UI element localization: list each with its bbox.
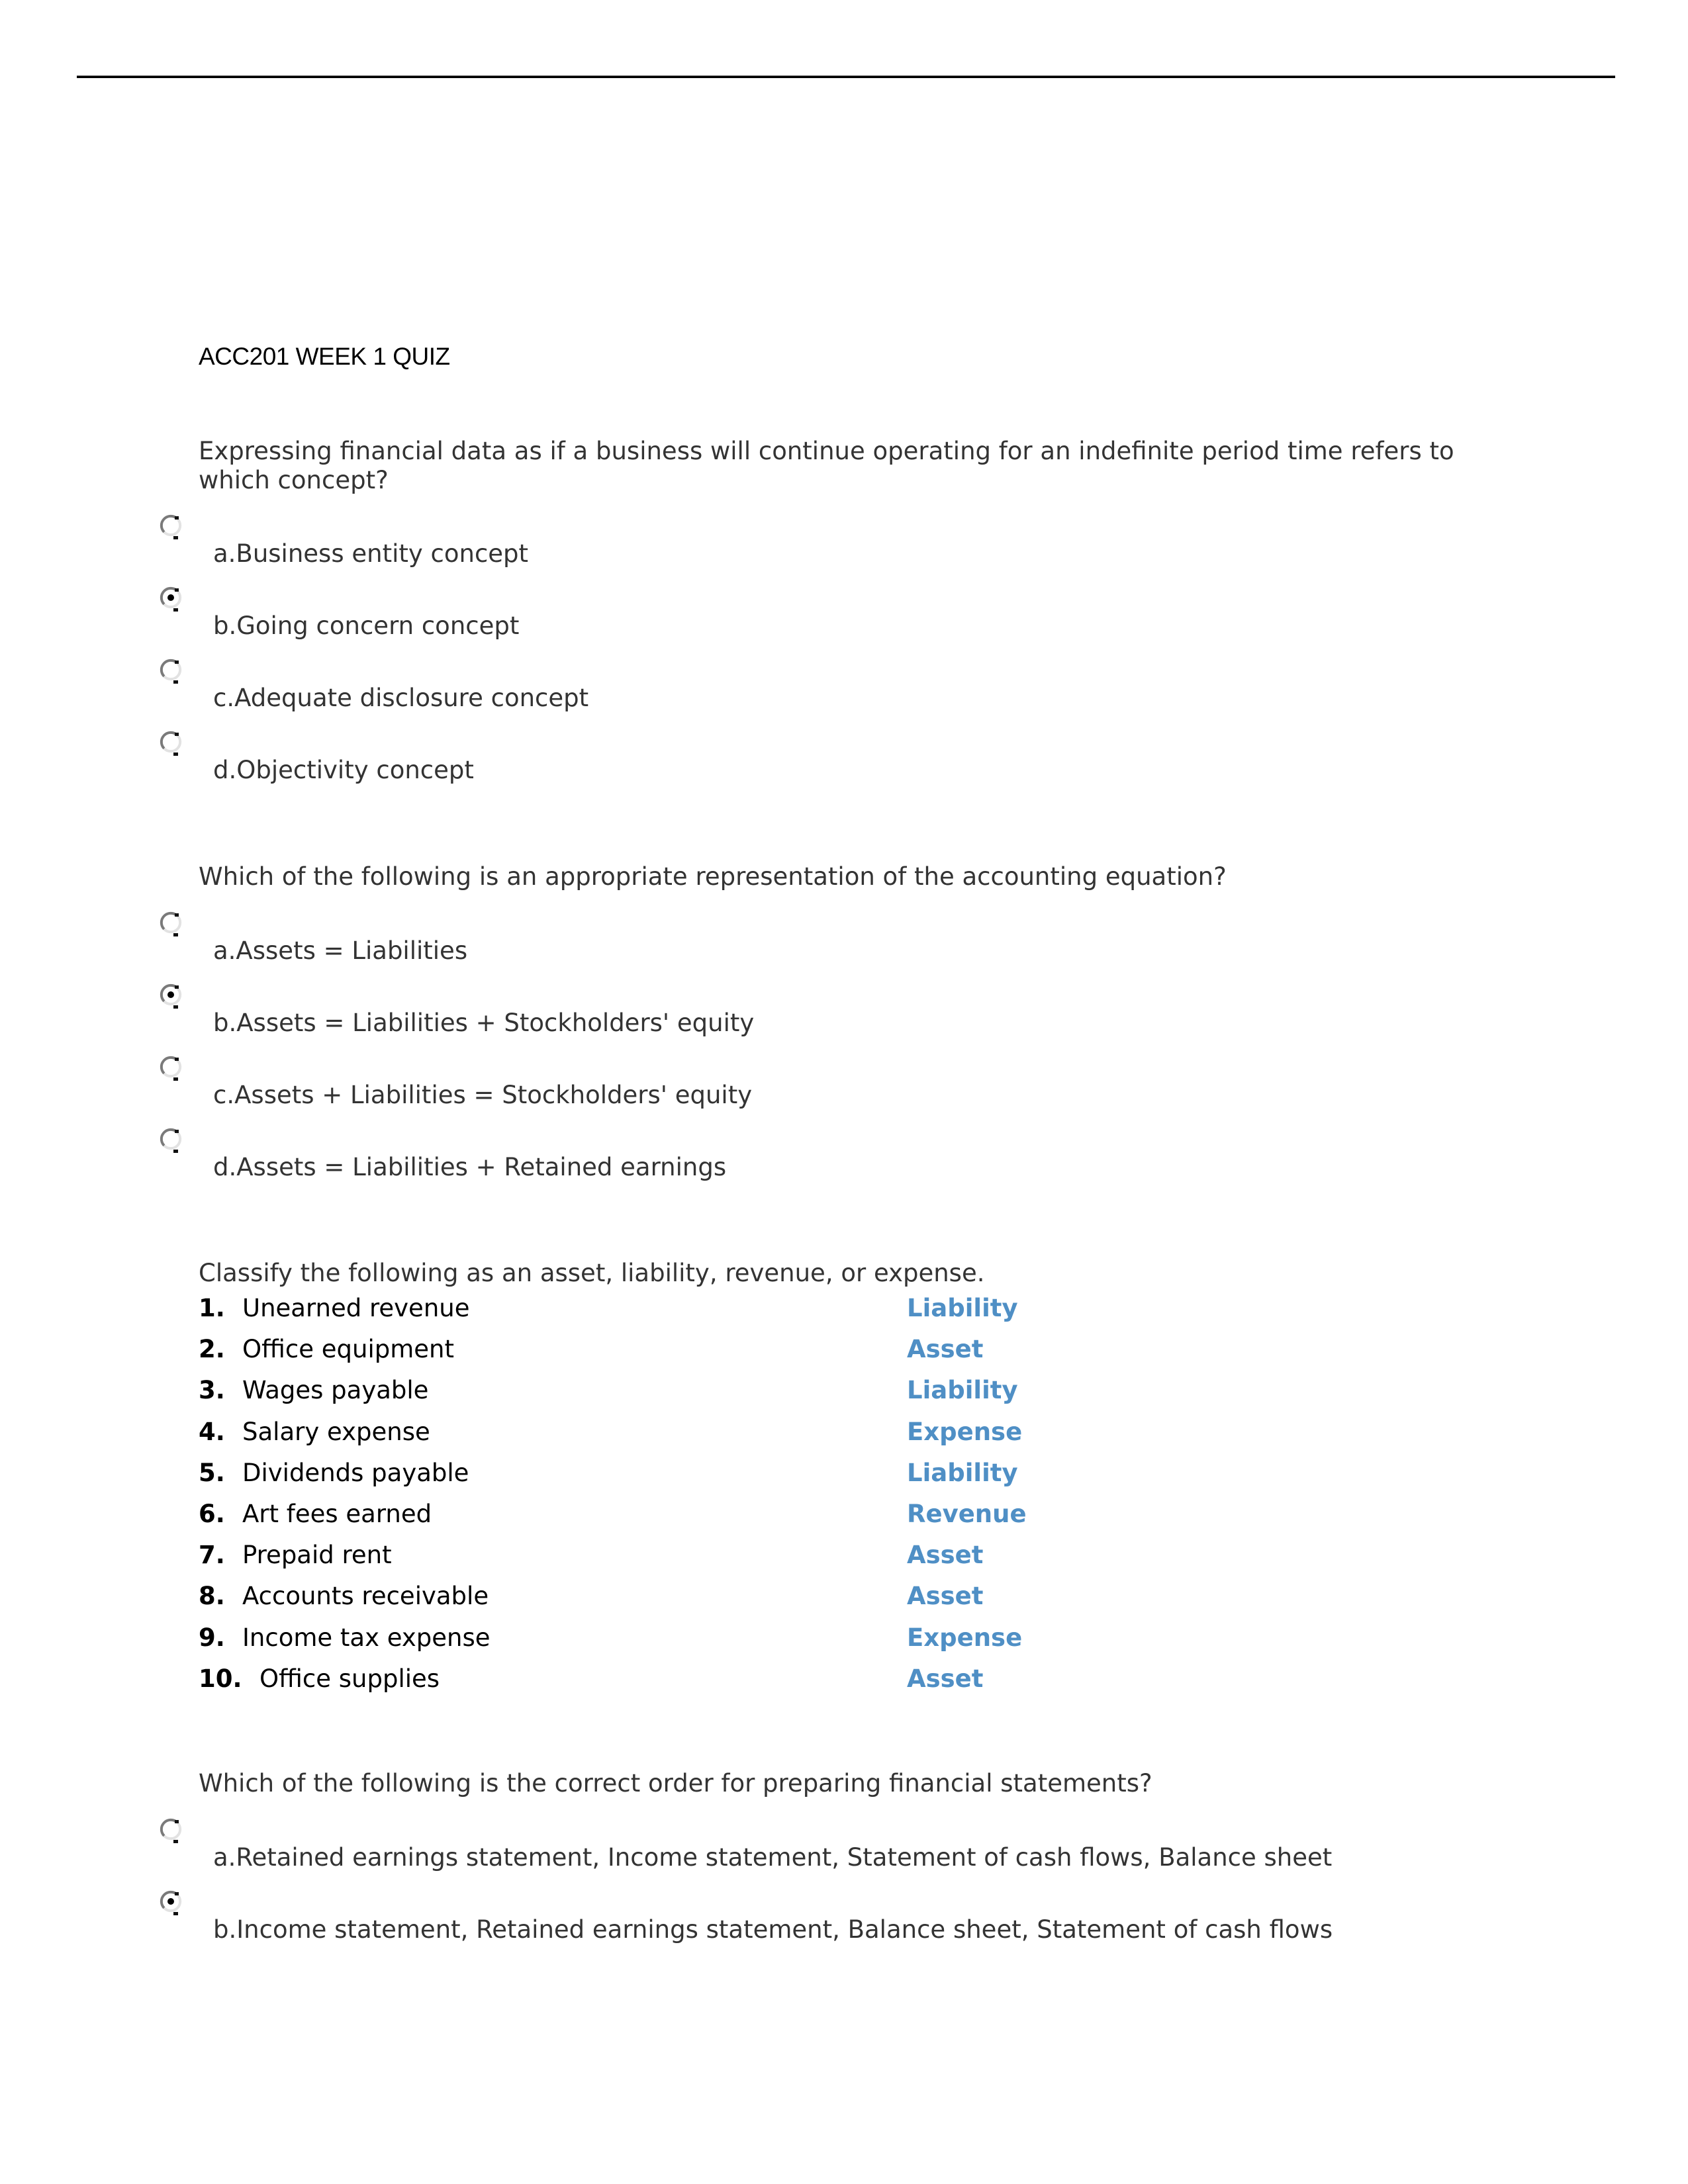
- classification-row: 7. Prepaid rent Asset: [199, 1541, 1059, 1574]
- item-answer: Expense: [907, 1623, 1023, 1652]
- option-label[interactable]: d.Objectivity concept: [213, 756, 474, 784]
- radio-unselected-icon[interactable]: [159, 730, 185, 758]
- item-number: 10.: [199, 1664, 242, 1693]
- classification-prompt: Classify the following as an asset, liab…: [199, 1259, 985, 1287]
- item-term: Art fees earned: [242, 1500, 432, 1528]
- item-term: Office equipment: [242, 1335, 454, 1363]
- radio-unselected-icon[interactable]: [159, 1817, 185, 1845]
- radio-unselected-icon[interactable]: [159, 911, 185, 938]
- option-label[interactable]: d.Assets = Liabilities + Retained earnin…: [213, 1153, 726, 1181]
- classification-row: 1. Unearned revenue Liability: [199, 1294, 1059, 1327]
- item-answer: Liability: [907, 1294, 1018, 1322]
- radio-unselected-icon[interactable]: [159, 1127, 185, 1155]
- radio-unselected-icon[interactable]: [159, 658, 185, 686]
- classification-row: 10. Office supplies Asset: [199, 1664, 1059, 1698]
- item-answer: Liability: [907, 1376, 1018, 1404]
- question-4-text: Which of the following is the correct or…: [199, 1769, 1152, 1797]
- header-rule: [77, 75, 1615, 78]
- classification-row: 3. Wages payable Liability: [199, 1376, 1059, 1409]
- item-answer: Liability: [907, 1459, 1018, 1487]
- classification-row: 8. Accounts receivable Asset: [199, 1582, 1059, 1615]
- radio-unselected-icon[interactable]: [159, 1055, 185, 1083]
- item-term: Wages payable: [242, 1376, 429, 1404]
- option-label[interactable]: b.Income statement, Retained earnings st…: [213, 1915, 1333, 1944]
- option-label[interactable]: a.Retained earnings statement, Income st…: [213, 1843, 1332, 1872]
- item-term: Prepaid rent: [242, 1541, 392, 1569]
- classification-row: 2. Office equipment Asset: [199, 1335, 1059, 1368]
- classification-row: 9. Income tax expense Expense: [199, 1623, 1059, 1657]
- document-title: ACC201 WEEK 1 QUIZ: [199, 343, 450, 370]
- item-term: Office supplies: [259, 1664, 440, 1693]
- item-answer: Asset: [907, 1582, 984, 1610]
- option-label[interactable]: c.Adequate disclosure concept: [213, 684, 588, 712]
- item-number: 2.: [199, 1335, 225, 1363]
- item-number: 1.: [199, 1294, 225, 1322]
- item-number: 3.: [199, 1376, 225, 1404]
- option-label[interactable]: a.Assets = Liabilities: [213, 936, 467, 965]
- item-answer: Expense: [907, 1418, 1023, 1446]
- item-answer: Asset: [907, 1541, 984, 1569]
- classification-row: 4. Salary expense Expense: [199, 1418, 1059, 1451]
- option-label[interactable]: c.Assets + Liabilities = Stockholders' e…: [213, 1081, 752, 1109]
- item-term: Accounts receivable: [242, 1582, 489, 1610]
- item-answer: Asset: [907, 1664, 984, 1693]
- item-number: 9.: [199, 1623, 225, 1652]
- item-term: Unearned revenue: [242, 1294, 470, 1322]
- question-1-text: Expressing financial data as if a busine…: [199, 437, 1454, 494]
- radio-selected-icon[interactable]: [159, 983, 185, 1011]
- radio-selected-icon[interactable]: [159, 1889, 185, 1917]
- item-number: 8.: [199, 1582, 225, 1610]
- item-number: 5.: [199, 1459, 225, 1487]
- classification-row: 5. Dividends payable Liability: [199, 1459, 1059, 1492]
- option-label[interactable]: b.Assets = Liabilities + Stockholders' e…: [213, 1009, 754, 1037]
- radio-unselected-icon[interactable]: [159, 514, 185, 541]
- item-answer: Asset: [907, 1335, 984, 1363]
- item-term: Salary expense: [242, 1418, 430, 1446]
- option-label[interactable]: b.Going concern concept: [213, 612, 519, 640]
- item-number: 4.: [199, 1418, 225, 1446]
- item-number: 7.: [199, 1541, 225, 1569]
- question-2-text: Which of the following is an appropriate…: [199, 862, 1227, 891]
- item-term: Income tax expense: [242, 1623, 491, 1652]
- item-number: 6.: [199, 1500, 225, 1528]
- item-term: Dividends payable: [242, 1459, 469, 1487]
- item-answer: Revenue: [907, 1500, 1027, 1528]
- option-label[interactable]: a.Business entity concept: [213, 539, 528, 568]
- radio-selected-icon[interactable]: [159, 586, 185, 614]
- classification-row: 6. Art fees earned Revenue: [199, 1500, 1059, 1533]
